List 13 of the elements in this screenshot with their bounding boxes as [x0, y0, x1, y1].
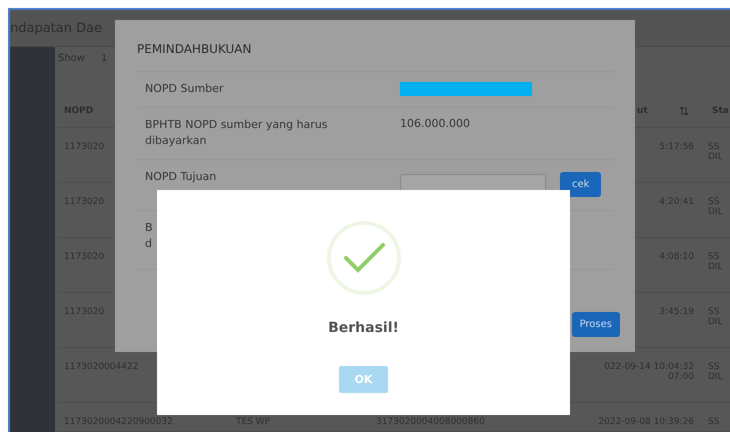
field-label: BPHTB NOPD sumber yang harus dibayarkan	[144, 116, 329, 149]
ok-button[interactable]: OK	[338, 366, 388, 393]
alert-title: Berhasil!	[328, 320, 399, 336]
field-label: B	[145, 220, 154, 236]
modal-title: PEMINDAHBUKUAN	[137, 42, 252, 56]
field-label: d	[145, 236, 153, 252]
check-button[interactable]: cek	[560, 172, 602, 197]
field-label: NOPD Tujuan	[144, 168, 218, 184]
field-label: NOPD Sumber	[144, 81, 224, 97]
sort-icon[interactable]	[680, 106, 688, 116]
process-button[interactable]: Proses	[572, 312, 620, 337]
success-check-icon	[326, 220, 402, 296]
field-value: 106.000.000	[400, 116, 470, 130]
